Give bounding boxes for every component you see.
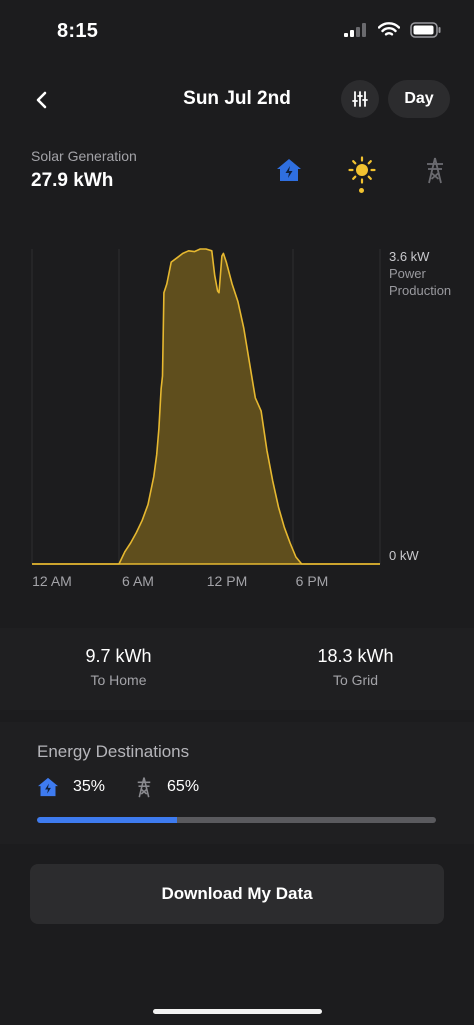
generation-label: Solar Generation bbox=[31, 148, 137, 164]
x-tick-label: 6 AM bbox=[122, 573, 154, 589]
filter-button[interactable] bbox=[341, 80, 379, 118]
to-grid-value: 18.3 kWh bbox=[317, 646, 394, 666]
to-grid-label: To Grid bbox=[332, 672, 379, 688]
download-data-button[interactable]: Download My Data bbox=[30, 864, 444, 924]
filter-icon bbox=[352, 91, 368, 107]
wifi-icon bbox=[378, 22, 400, 36]
period-selector-button[interactable]: Day bbox=[388, 80, 450, 118]
to-grid-summary: 18.3 kWh To Grid bbox=[237, 646, 474, 688]
home-icon bbox=[277, 159, 301, 181]
battery-icon bbox=[410, 22, 441, 38]
grid-tower-icon bbox=[137, 777, 151, 798]
y-tick-min-value: 0 kW bbox=[389, 548, 419, 563]
home-indicator bbox=[153, 1009, 322, 1014]
destinations-progress-home-fill bbox=[37, 817, 177, 823]
grid-tower-icon bbox=[427, 157, 443, 184]
nav-bar: Sun Jul 2nd Day bbox=[0, 78, 474, 122]
selected-mode-indicator bbox=[359, 188, 364, 193]
sun-icon bbox=[348, 156, 376, 184]
y-axis-label: Power Production bbox=[389, 266, 452, 298]
grid-mode-button[interactable] bbox=[418, 153, 452, 187]
home-mode-button[interactable] bbox=[272, 153, 306, 187]
production-area bbox=[32, 249, 380, 564]
grid-percentage: 65% bbox=[167, 778, 200, 795]
home-icon bbox=[38, 777, 58, 797]
y-tick-max-value: 3.6 kW bbox=[389, 249, 430, 264]
generation-value: 27.9 kWh bbox=[31, 170, 114, 191]
x-tick-label: 12 PM bbox=[206, 573, 248, 589]
energy-summary: 9.7 kWh To Home 18.3 kWh To Grid bbox=[0, 628, 474, 710]
destinations-title: Energy Destinations bbox=[37, 742, 190, 761]
energy-destinations: Energy Destinations 35% 65% bbox=[0, 722, 474, 844]
to-home-label: To Home bbox=[90, 672, 147, 688]
signal-icon bbox=[344, 23, 366, 37]
destinations-progress-bar bbox=[37, 817, 436, 823]
to-home-value: 9.7 kWh bbox=[85, 646, 152, 666]
solar-mode-button[interactable] bbox=[345, 153, 379, 187]
y-tick-max: 3.6 kW bbox=[389, 248, 429, 265]
status-icons bbox=[344, 22, 442, 38]
x-tick-label: 12 AM bbox=[32, 573, 72, 589]
solar-chart: 3.6 kW Power Production 0 kW 12 AM 6 AM … bbox=[0, 235, 474, 595]
x-tick-label: 6 PM bbox=[295, 573, 329, 589]
y-tick-min: 0 kW bbox=[389, 547, 419, 564]
destinations-legend: 35% 65% bbox=[37, 776, 229, 798]
home-percentage: 35% bbox=[73, 778, 106, 795]
to-home-summary: 9.7 kWh To Home bbox=[0, 646, 237, 688]
status-bar: 8:15 bbox=[0, 0, 474, 64]
status-time: 8:15 bbox=[57, 20, 99, 42]
